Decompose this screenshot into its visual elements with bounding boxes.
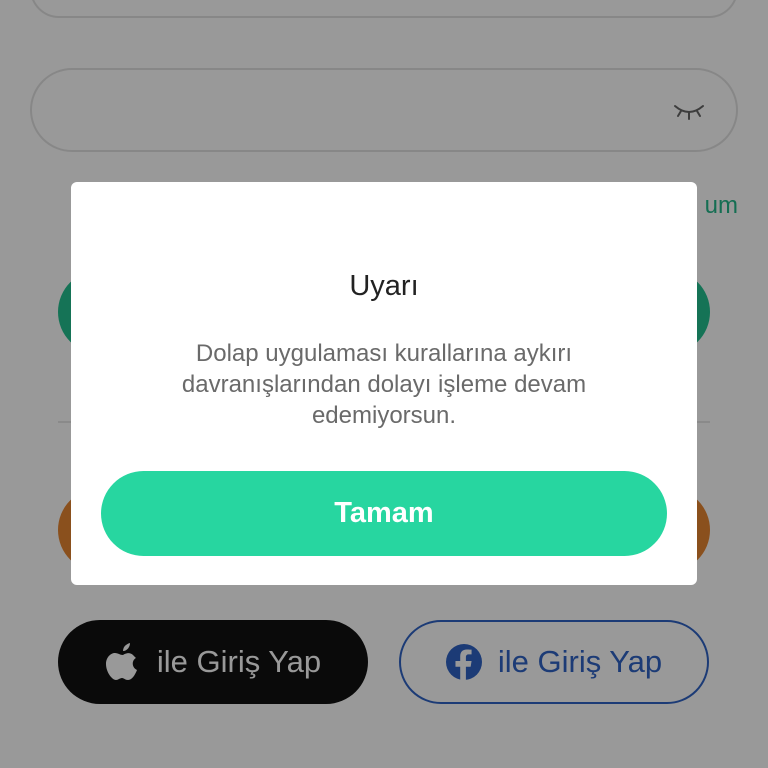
alert-dialog: Uyarı Dolap uygulaması kurallarına aykır… (71, 182, 697, 585)
dialog-title: Uyarı (349, 270, 419, 302)
ok-button[interactable]: Tamam (101, 471, 667, 556)
dialog-message: Dolap uygulaması kurallarına aykırı davr… (181, 340, 587, 429)
login-screen: um ile Giriş Yap ile Giriş Yap Uyarı Dol… (0, 0, 768, 768)
